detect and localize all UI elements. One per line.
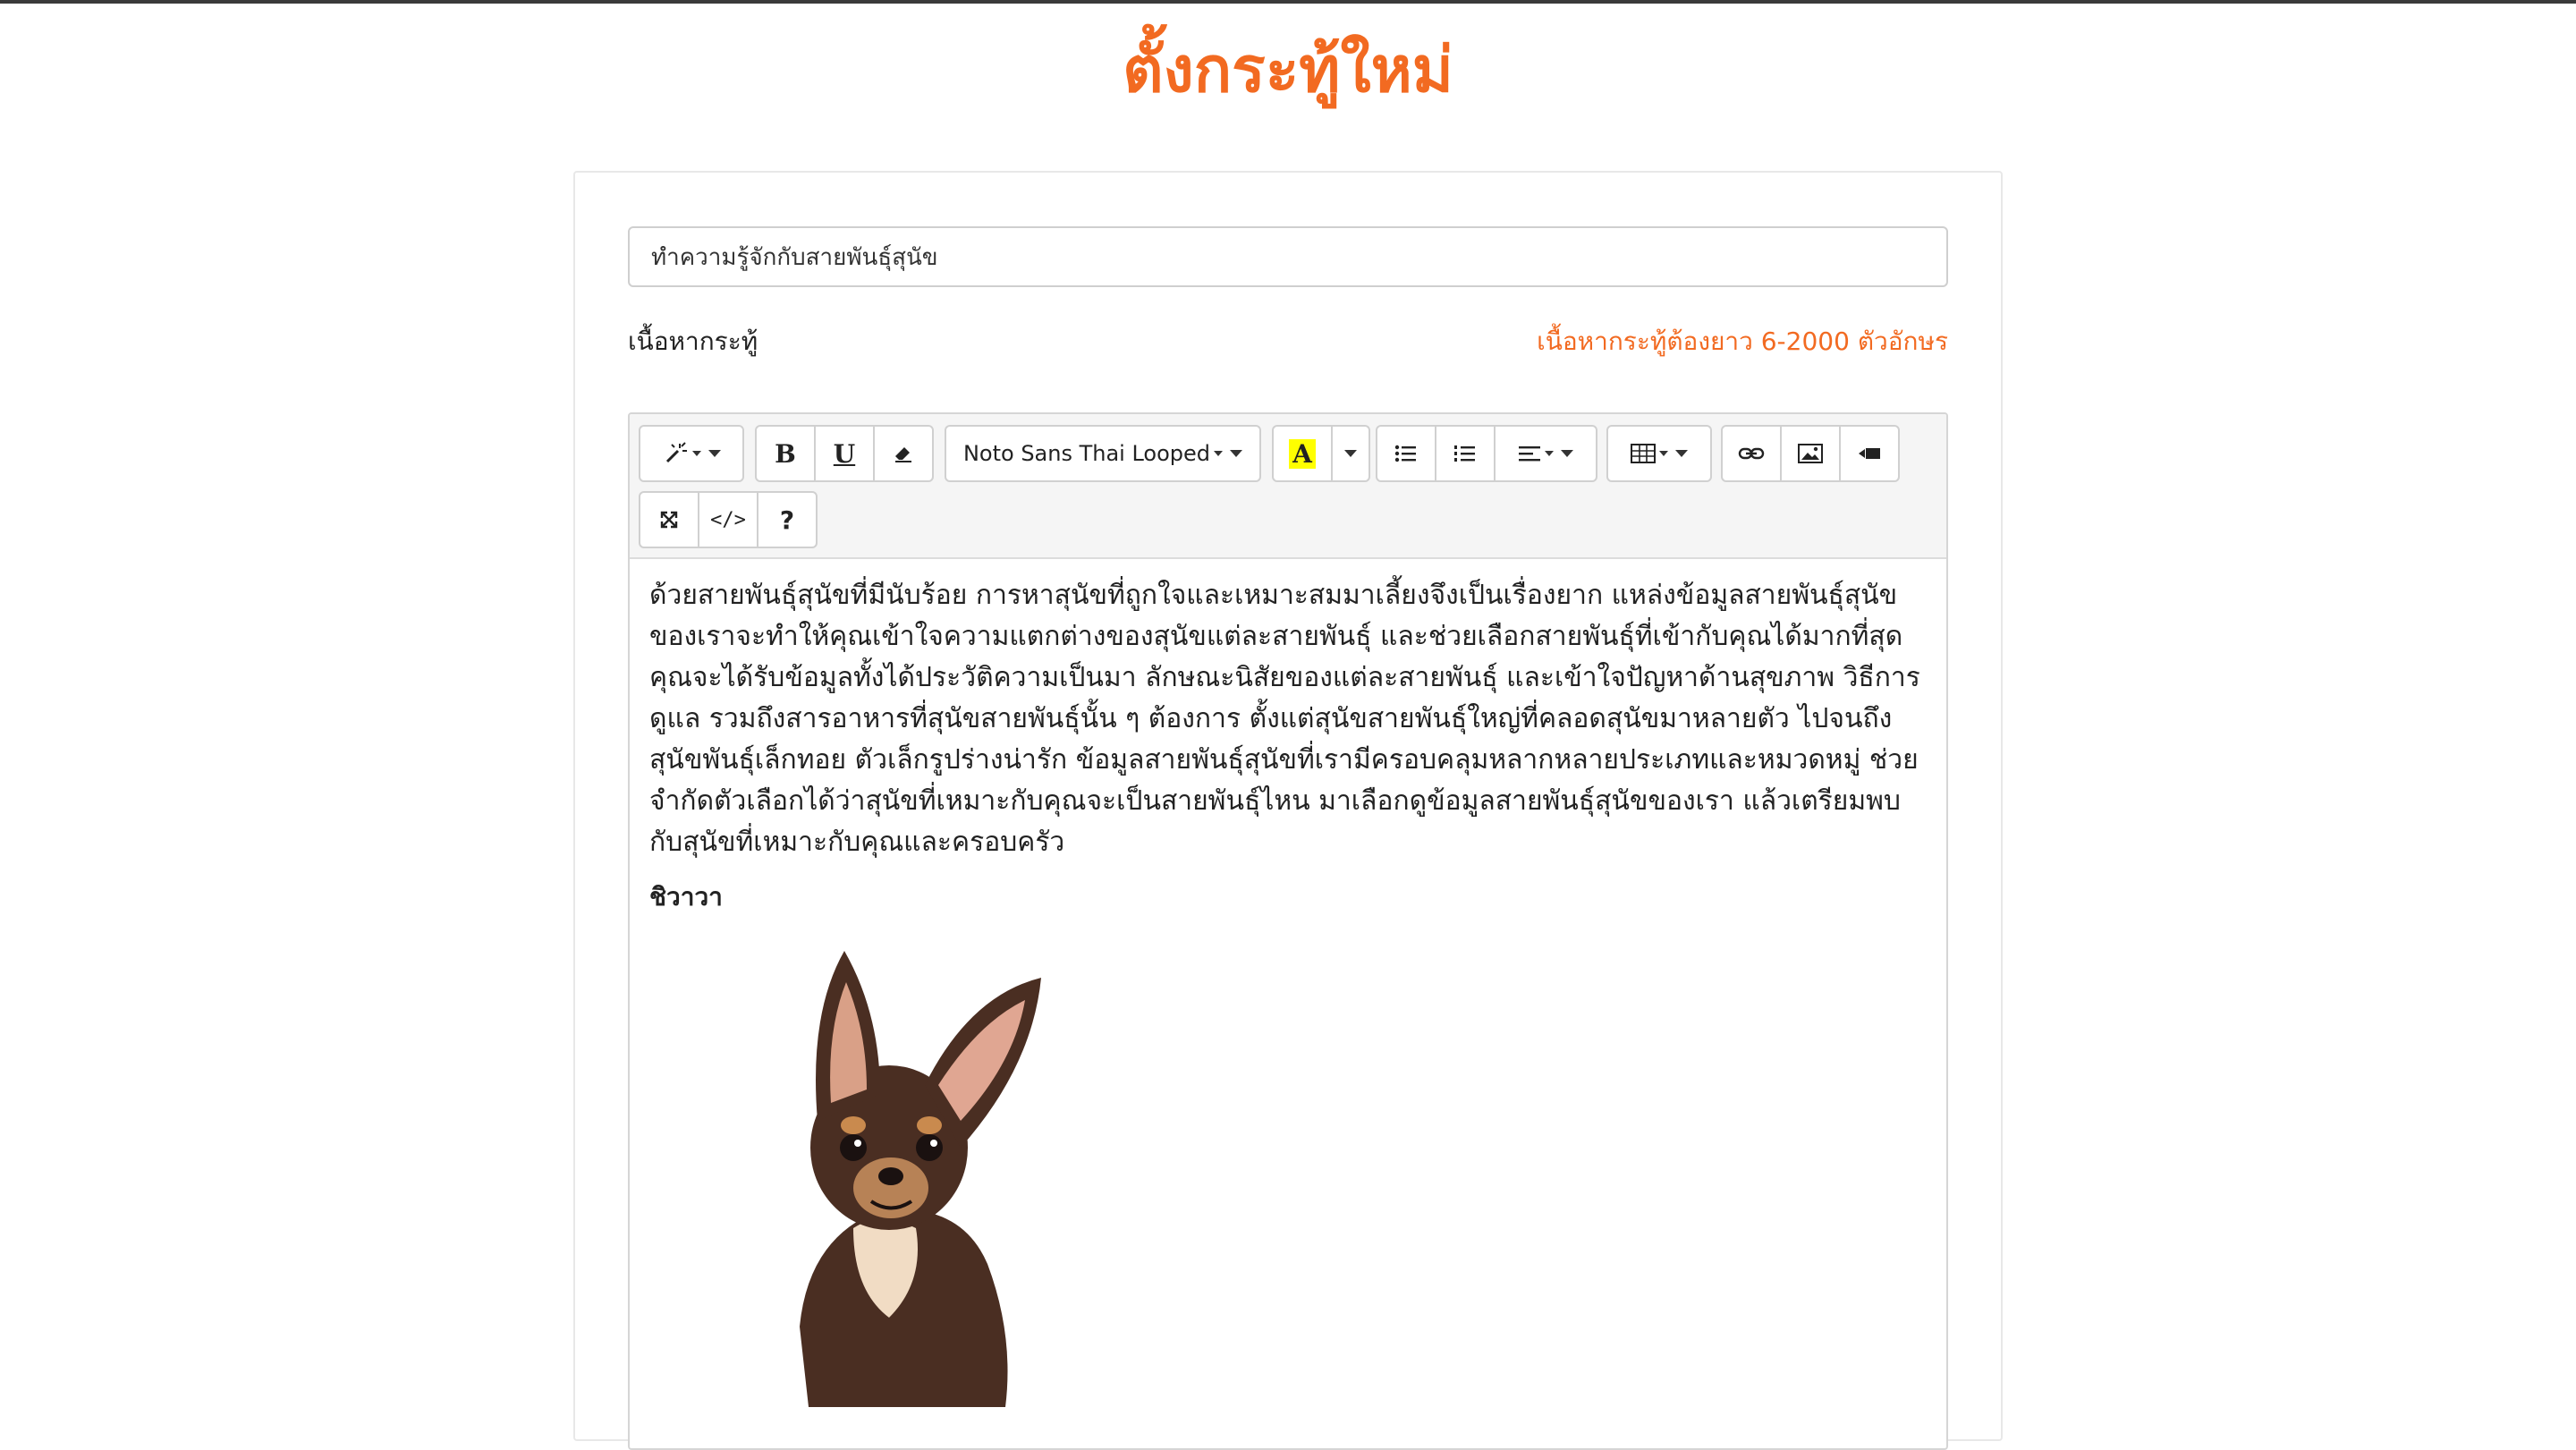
breed-heading: ชิวาวา bbox=[649, 882, 723, 912]
magic-wand-icon bbox=[662, 440, 689, 467]
length-hint: เนื้อหากระทู้ต้องยาว 6-2000 ตัวอักษร bbox=[1537, 326, 1948, 356]
underline-button[interactable]: U bbox=[814, 425, 875, 482]
chevron-down-icon bbox=[1230, 450, 1243, 457]
chevron-down-icon bbox=[692, 451, 701, 456]
editor-toolbar: B U Noto Sans Thai Looped A </> ? bbox=[630, 414, 1946, 559]
chihuahua-image bbox=[746, 942, 1068, 1407]
unordered-list-icon bbox=[1394, 444, 1418, 463]
font-family-label: Noto Sans Thai Looped bbox=[962, 441, 1211, 466]
chevron-down-icon bbox=[708, 450, 721, 457]
post-title-input[interactable] bbox=[628, 226, 1948, 287]
fullscreen-button[interactable] bbox=[639, 491, 699, 548]
chevron-down-icon bbox=[1545, 451, 1554, 456]
page-title: ตั้งกระทู้ใหม่ bbox=[1123, 33, 1453, 106]
text-color-button[interactable]: A bbox=[1272, 425, 1333, 482]
bold-button[interactable]: B bbox=[755, 425, 816, 482]
rich-text-editor: B U Noto Sans Thai Looped A </> ? ด้วยสา… bbox=[628, 412, 1948, 1450]
post-body-paragraph[interactable]: ด้วยสายพันธุ์สุนัขที่มีนับร้อย การหาสุนั… bbox=[649, 575, 1928, 863]
content-label: เนื้อหากระทู้ bbox=[628, 326, 758, 356]
clear-format-button[interactable] bbox=[873, 425, 934, 482]
style-dropdown-button[interactable] bbox=[639, 425, 744, 482]
eraser-icon bbox=[892, 442, 915, 465]
align-icon bbox=[1518, 444, 1541, 463]
unordered-list-button[interactable] bbox=[1376, 425, 1436, 482]
help-button[interactable]: ? bbox=[757, 491, 818, 548]
color-dropdown-button[interactable] bbox=[1331, 425, 1370, 482]
top-border bbox=[0, 0, 2576, 4]
link-icon bbox=[1738, 445, 1765, 462]
font-family-dropdown[interactable]: Noto Sans Thai Looped bbox=[945, 425, 1261, 482]
table-icon bbox=[1631, 443, 1656, 464]
insert-link-button[interactable] bbox=[1721, 425, 1782, 482]
chevron-down-icon bbox=[1344, 450, 1357, 457]
picture-icon bbox=[1798, 443, 1823, 464]
fullscreen-icon bbox=[658, 509, 680, 530]
ordered-list-icon bbox=[1453, 444, 1477, 463]
insert-video-button[interactable] bbox=[1839, 425, 1900, 482]
chevron-down-icon bbox=[1214, 451, 1224, 456]
chevron-down-icon bbox=[1561, 450, 1573, 457]
code-view-button[interactable]: </> bbox=[698, 491, 758, 548]
insert-picture-button[interactable] bbox=[1780, 425, 1841, 482]
video-icon bbox=[1857, 445, 1882, 462]
paragraph-align-dropdown[interactable] bbox=[1494, 425, 1597, 482]
table-dropdown-button[interactable] bbox=[1606, 425, 1712, 482]
text-color-icon: A bbox=[1289, 438, 1316, 469]
ordered-list-button[interactable] bbox=[1435, 425, 1496, 482]
chevron-down-icon bbox=[1659, 451, 1668, 456]
chevron-down-icon bbox=[1675, 450, 1688, 457]
